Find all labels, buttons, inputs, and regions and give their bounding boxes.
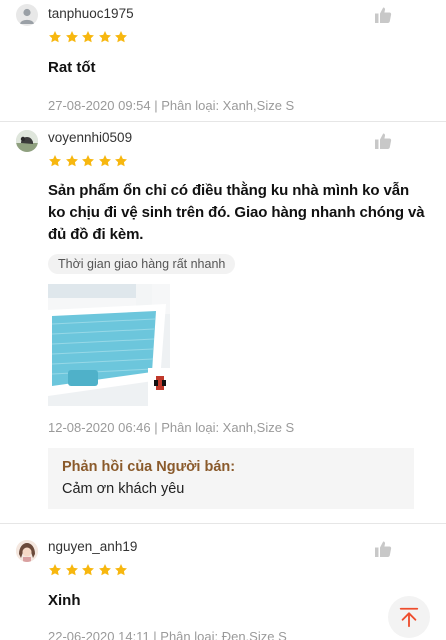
review-item: voyennhi0509 Sản phẩm ổn chỉ có điều thằ… bbox=[0, 121, 446, 523]
star-icon bbox=[65, 564, 78, 576]
star-icon bbox=[49, 564, 61, 576]
product-photo bbox=[48, 284, 170, 406]
thumbs-up-icon[interactable] bbox=[374, 132, 392, 150]
star-icon bbox=[65, 155, 78, 167]
star-icon bbox=[49, 155, 61, 167]
review-username[interactable]: tanphuoc1975 bbox=[48, 4, 430, 24]
avatar[interactable] bbox=[16, 4, 38, 26]
review-content: Sản phẩm ổn chỉ có điều thằng ku nhà mìn… bbox=[48, 182, 425, 243]
star-icon bbox=[65, 31, 78, 43]
star-icon bbox=[82, 31, 94, 43]
review-meta: 12-08-2020 06:46 | Phân loại: Xanh,Size … bbox=[48, 420, 295, 435]
rating-stars bbox=[48, 154, 430, 168]
thumbs-up-icon[interactable] bbox=[374, 540, 392, 558]
review-tag: Thời gian giao hàng rất nhanh bbox=[48, 254, 236, 274]
star-icon bbox=[115, 564, 127, 576]
star-icon bbox=[115, 31, 127, 43]
review-content: Rat tốt bbox=[48, 59, 96, 76]
review-username[interactable]: voyennhi0509 bbox=[48, 128, 430, 148]
review-item: nguyen_anh19 Xinh 22-06-2020 14:11 | Phâ… bbox=[0, 523, 446, 640]
review-content: Xinh bbox=[48, 592, 81, 609]
review-photo[interactable] bbox=[48, 284, 170, 406]
scroll-to-top-button[interactable] bbox=[388, 596, 430, 638]
avatar[interactable] bbox=[16, 540, 38, 562]
star-icon bbox=[82, 564, 94, 576]
thumbs-up-icon[interactable] bbox=[374, 6, 392, 24]
seller-reply-title: Phản hồi của Người bán: bbox=[62, 459, 236, 475]
review-meta: 22-06-2020 14:11 | Phân loại: Đen,Size S bbox=[48, 629, 287, 640]
seller-reply: Phản hồi của Người bán: Cảm ơn khách yêu bbox=[48, 448, 414, 509]
seller-reply-text: Cảm ơn khách yêu bbox=[62, 481, 185, 497]
arrow-up-to-top-icon bbox=[399, 607, 419, 628]
review-meta: 27-08-2020 09:54 | Phân loại: Xanh,Size … bbox=[48, 98, 295, 113]
review-item: tanphuoc1975 Rat tốt 27-08-2020 09:54 | … bbox=[0, 0, 446, 121]
star-icon bbox=[49, 31, 61, 43]
avatar[interactable] bbox=[16, 130, 38, 152]
illustrated-avatar bbox=[16, 540, 38, 562]
rating-stars bbox=[48, 563, 430, 577]
star-icon bbox=[98, 564, 111, 576]
star-icon bbox=[82, 155, 94, 167]
rating-stars bbox=[48, 30, 430, 44]
review-username[interactable]: nguyen_anh19 bbox=[48, 537, 430, 557]
star-icon bbox=[98, 31, 111, 43]
pet-photo-avatar bbox=[16, 130, 38, 152]
star-icon bbox=[98, 155, 111, 167]
user-silhouette-icon bbox=[20, 8, 34, 24]
star-icon bbox=[115, 155, 127, 167]
